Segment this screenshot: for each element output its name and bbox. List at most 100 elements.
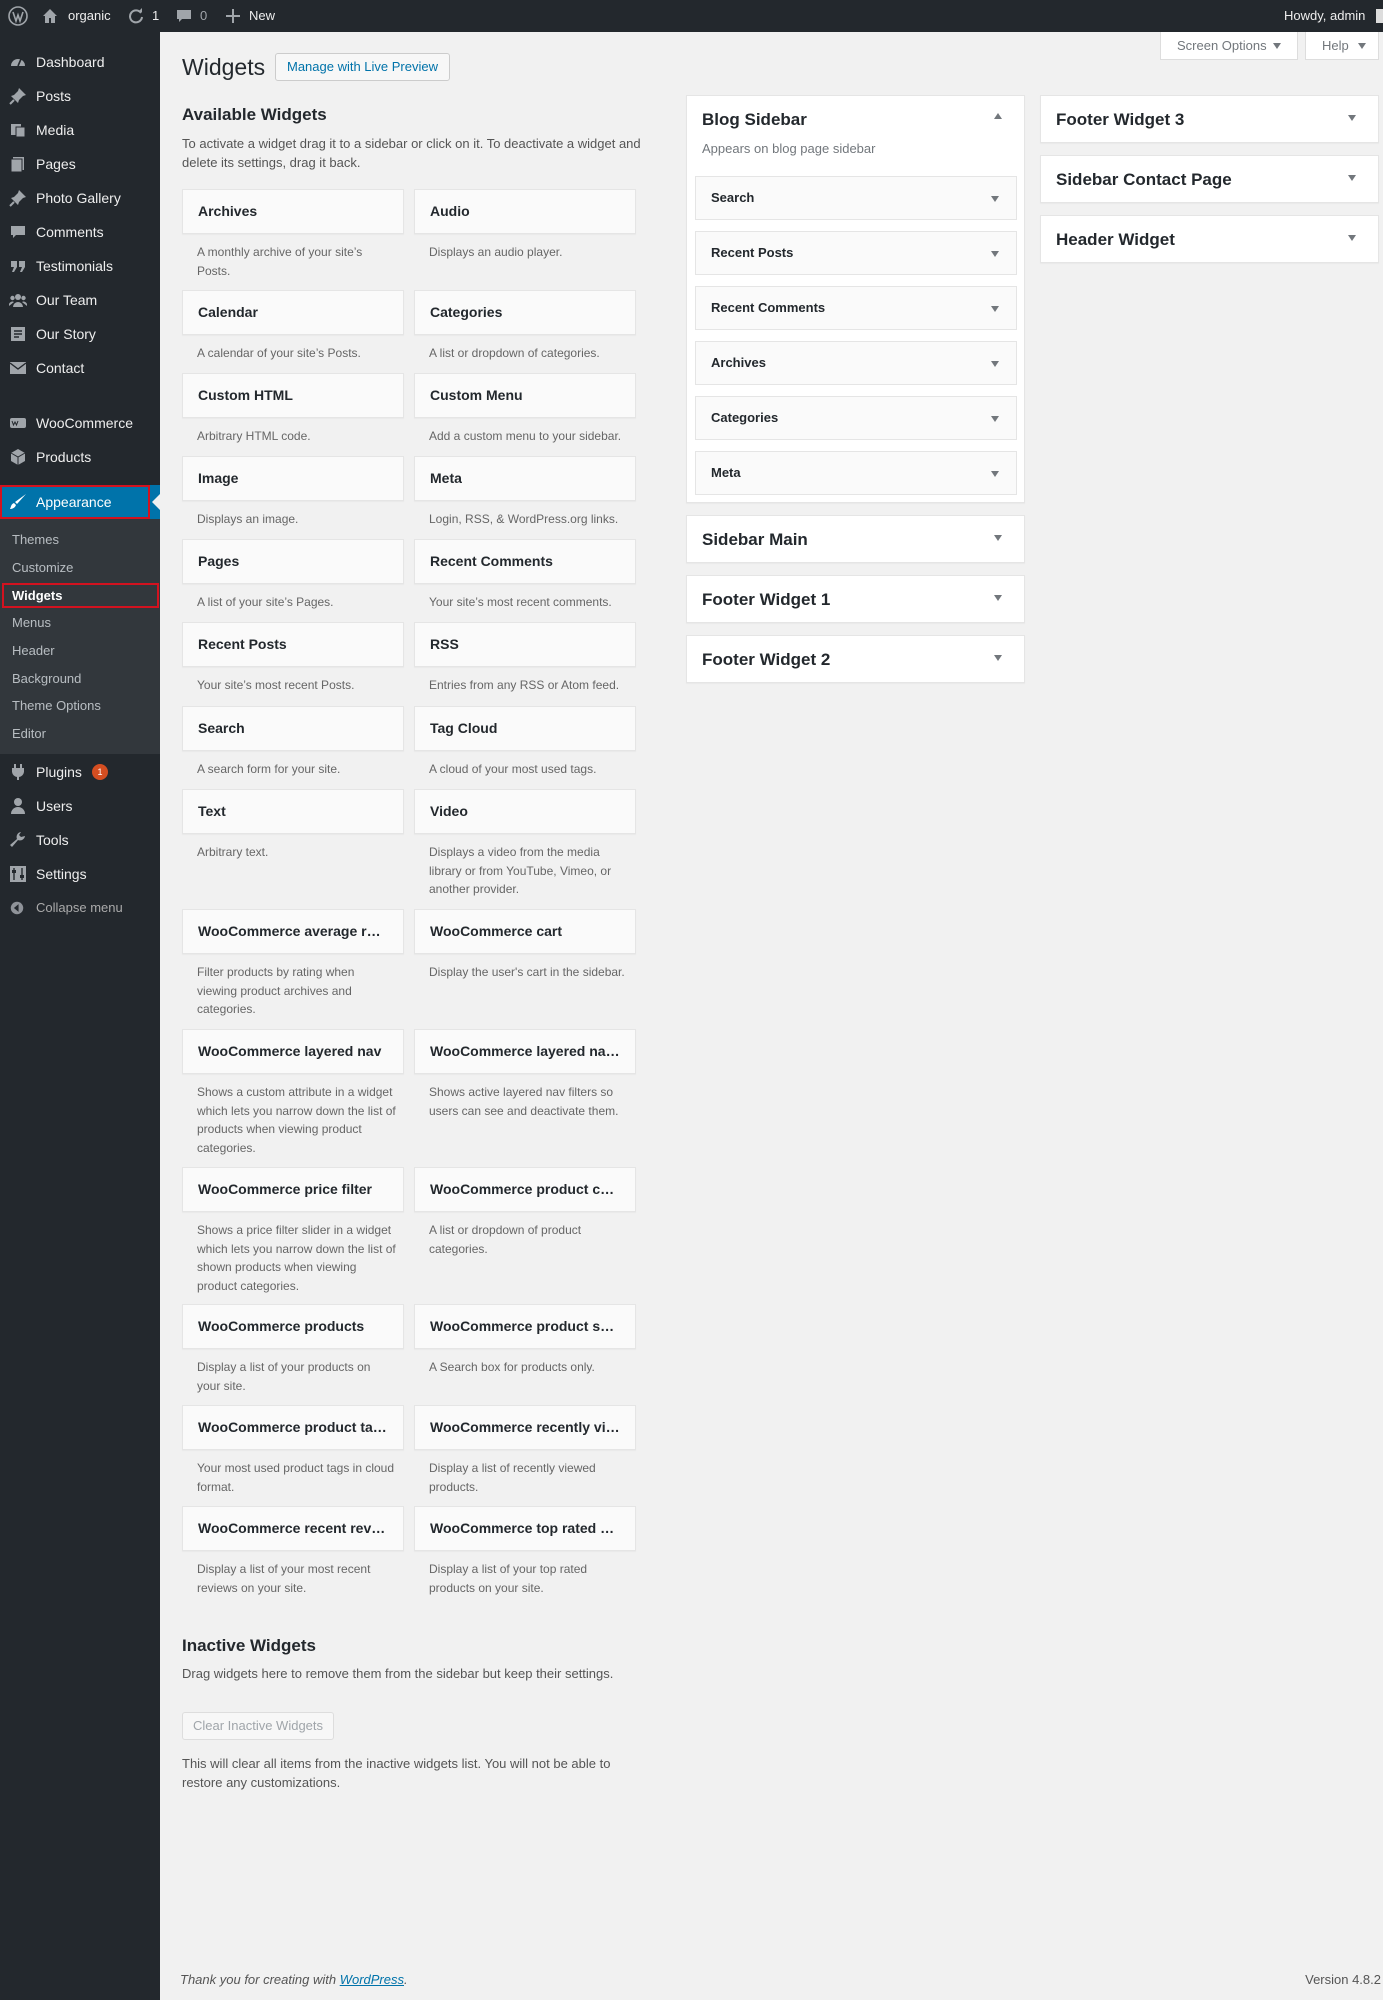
menu-item-testimonials[interactable]: Testimonials — [0, 249, 160, 283]
menu-item-settings[interactable]: Settings — [0, 857, 160, 891]
menu-item-pages[interactable]: Pages — [0, 147, 160, 181]
widget-custom-html[interactable]: Custom HTML — [182, 373, 404, 418]
widget-archives[interactable]: Archives — [182, 189, 404, 234]
menu-item-products[interactable]: Products — [0, 440, 160, 474]
wordpress-link[interactable]: WordPress — [340, 1972, 404, 1987]
expand-sidebar-icon[interactable] — [994, 655, 1002, 661]
menu-item-users[interactable]: Users — [0, 789, 160, 823]
expand-widget-icon[interactable] — [991, 306, 999, 312]
widget-woocommerce-layered-nav-filters[interactable]: WooCommerce layered nav filters — [414, 1029, 636, 1074]
menu-item-comments[interactable]: Comments — [0, 215, 160, 249]
widget-woocommerce-product-tags[interactable]: WooCommerce product tags — [182, 1405, 404, 1450]
comments-link[interactable]: 0 — [176, 0, 210, 32]
collapse-menu-button[interactable]: Collapse menu — [0, 891, 160, 925]
widget-pages[interactable]: Pages — [182, 539, 404, 584]
footer-thanks-prefix: Thank you for creating with — [180, 1972, 340, 1987]
widget-meta[interactable]: Meta — [414, 456, 636, 501]
blog-sidebar-widget-search[interactable]: Search — [695, 176, 1017, 220]
expand-sidebar-icon[interactable] — [994, 535, 1002, 541]
widget-description: A search form for your site. — [197, 762, 341, 776]
expand-widget-icon[interactable] — [991, 471, 999, 477]
widget-woocommerce-products[interactable]: WooCommerce products — [182, 1304, 404, 1349]
my-account-link[interactable]: Howdy, admin — [1284, 0, 1383, 32]
wordpress-logo-icon[interactable] — [6, 0, 30, 32]
collapse-sidebar-icon[interactable] — [994, 113, 1002, 119]
blog-sidebar-widget-recent-comments[interactable]: Recent Comments — [695, 286, 1017, 330]
widget-woocommerce-recent-reviews[interactable]: WooCommerce recent reviews — [182, 1506, 404, 1551]
menu-item-photo-gallery[interactable]: Photo Gallery — [0, 181, 160, 215]
widget-rss[interactable]: RSS — [414, 622, 636, 667]
submenu-item-editor[interactable]: Editor — [12, 720, 46, 748]
widget-description: Shows a custom attribute in a widget whi… — [197, 1085, 396, 1155]
submenu-item-themes[interactable]: Themes — [12, 526, 59, 554]
help-button[interactable]: Help — [1305, 32, 1379, 60]
widget-description: A list or dropdown of product categories… — [429, 1223, 582, 1256]
expand-widget-icon[interactable] — [991, 416, 999, 422]
widget-woocommerce-cart[interactable]: WooCommerce cart — [414, 909, 636, 954]
widget-woocommerce-recently-viewed[interactable]: WooCommerce recently viewed — [414, 1405, 636, 1450]
widget-woocommerce-price-filter[interactable]: WooCommerce price filter — [182, 1167, 404, 1212]
sidebar-area-footer-widget-3[interactable]: Footer Widget 3 — [1040, 95, 1379, 143]
menu-item-dashboard[interactable]: Dashboard — [0, 45, 160, 79]
blog-sidebar-widget-recent-posts[interactable]: Recent Posts — [695, 231, 1017, 275]
site-name-link[interactable]: organic — [42, 0, 117, 32]
widget-calendar[interactable]: Calendar — [182, 290, 404, 335]
footer-thanks-suffix: . — [404, 1972, 408, 1987]
new-content-link[interactable]: New — [226, 0, 278, 32]
widget-woocommerce-product-search[interactable]: WooCommerce product search — [414, 1304, 636, 1349]
menu-item-our-story[interactable]: Our Story — [0, 317, 160, 351]
menu-item-contact[interactable]: Contact — [0, 351, 160, 385]
widget-woocommerce-layered-nav[interactable]: WooCommerce layered nav — [182, 1029, 404, 1074]
expand-sidebar-icon[interactable] — [1348, 115, 1356, 121]
sidebar-area-title: Footer Widget 1 — [702, 590, 831, 609]
menu-item-tools[interactable]: Tools — [0, 823, 160, 857]
updates-link[interactable]: 1 — [128, 0, 162, 32]
menu-item-our-team[interactable]: Our Team — [0, 283, 160, 317]
submenu-item-menus[interactable]: Menus — [12, 609, 51, 637]
expand-widget-icon[interactable] — [991, 361, 999, 367]
widget-image[interactable]: Image — [182, 456, 404, 501]
widget-description: Display a list of your top rated product… — [429, 1562, 588, 1595]
menu-item-posts[interactable]: Posts — [0, 79, 160, 113]
widget-tag-cloud[interactable]: Tag Cloud — [414, 706, 636, 751]
blog-sidebar-widget-archives[interactable]: Archives — [695, 341, 1017, 385]
menu-item-appearance[interactable]: Appearance — [0, 485, 160, 519]
widget-woocommerce-product-categories[interactable]: WooCommerce product categories — [414, 1167, 636, 1212]
manage-live-preview-button[interactable]: Manage with Live Preview — [275, 53, 450, 81]
submenu-item-theme-options[interactable]: Theme Options — [12, 692, 101, 720]
widget-video[interactable]: Video — [414, 789, 636, 834]
screen-options-button[interactable]: Screen Options — [1160, 32, 1298, 60]
sidebar-area-sidebar-main[interactable]: Sidebar Main — [686, 515, 1025, 563]
sidebar-area-footer-widget-1[interactable]: Footer Widget 1 — [686, 575, 1025, 623]
blog-sidebar-widget-categories[interactable]: Categories — [695, 396, 1017, 440]
widget-audio[interactable]: Audio — [414, 189, 636, 234]
widget-custom-menu[interactable]: Custom Menu — [414, 373, 636, 418]
clear-inactive-widgets-button[interactable]: Clear Inactive Widgets — [182, 1712, 334, 1740]
widget-recent-comments[interactable]: Recent Comments — [414, 539, 636, 584]
expand-sidebar-icon[interactable] — [1348, 235, 1356, 241]
widget-woocommerce-average-rating-filter[interactable]: WooCommerce average rating filter — [182, 909, 404, 954]
sidebar-area-header-widget[interactable]: Header Widget — [1040, 215, 1379, 263]
submenu-item-customize[interactable]: Customize — [12, 554, 73, 582]
submenu-item-widgets[interactable]: Widgets — [12, 582, 62, 610]
widget-description: Display the user's cart in the sidebar. — [429, 965, 625, 979]
widget-woocommerce-top-rated-products[interactable]: WooCommerce top rated products — [414, 1506, 636, 1551]
expand-widget-icon[interactable] — [991, 196, 999, 202]
menu-item-woocommerce[interactable]: WooCommerce — [0, 406, 160, 440]
menu-item-media[interactable]: Media — [0, 113, 160, 147]
expand-sidebar-icon[interactable] — [1348, 175, 1356, 181]
widget-categories[interactable]: Categories — [414, 290, 636, 335]
menu-item-plugins[interactable]: Plugins 1 — [0, 755, 160, 789]
widget-recent-posts[interactable]: Recent Posts — [182, 622, 404, 667]
widget-text[interactable]: Text — [182, 789, 404, 834]
blog-sidebar-area[interactable]: Blog Sidebar Appears on blog page sideba… — [686, 95, 1025, 503]
expand-widget-icon[interactable] — [991, 251, 999, 257]
sidebar-area-footer-widget-2[interactable]: Footer Widget 2 — [686, 635, 1025, 683]
sidebar-area-sidebar-contact-page[interactable]: Sidebar Contact Page — [1040, 155, 1379, 203]
submenu-item-background[interactable]: Background — [12, 665, 81, 693]
expand-sidebar-icon[interactable] — [994, 595, 1002, 601]
blog-sidebar-widget-meta[interactable]: Meta — [695, 451, 1017, 495]
submenu-item-header[interactable]: Header — [12, 637, 55, 665]
help-caret-icon — [1358, 43, 1366, 49]
widget-search[interactable]: Search — [182, 706, 404, 751]
